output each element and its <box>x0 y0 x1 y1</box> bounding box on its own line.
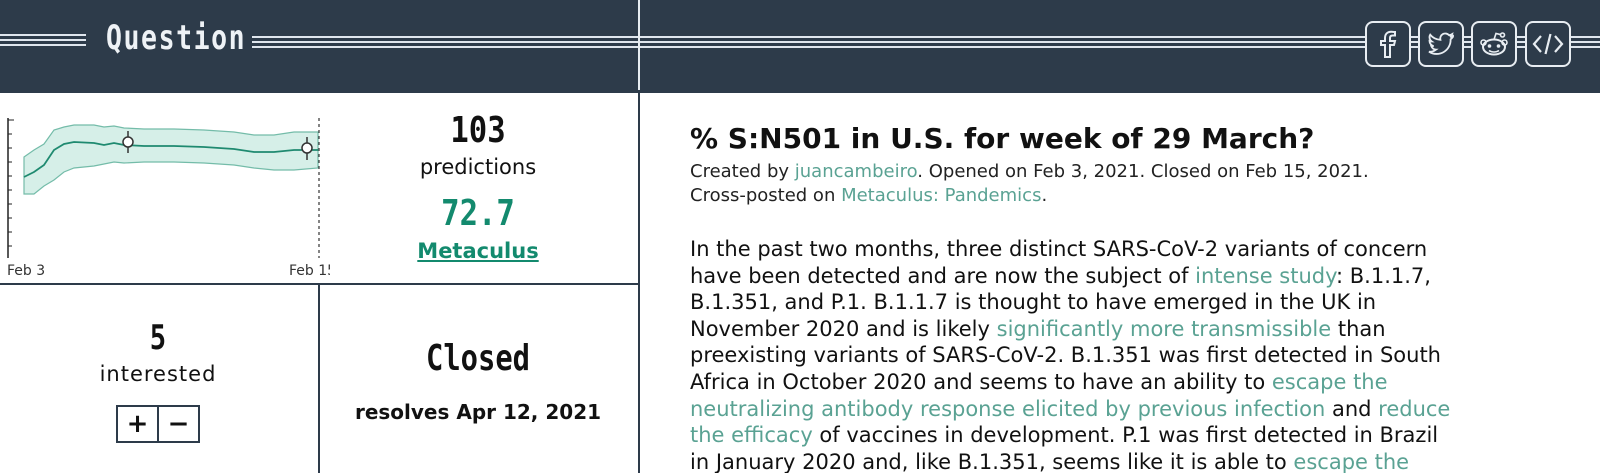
description-link[interactable]: significantly more transmissible <box>997 317 1332 341</box>
question-description: In the past two months, three distinct S… <box>690 236 1570 473</box>
community-prediction-value: 72.7 <box>441 193 515 234</box>
created-prefix: Created by <box>690 161 795 182</box>
author-link[interactable]: juancambeiro <box>795 161 918 182</box>
question-meta-created: Created by juancambeiro. Opened on Feb 3… <box>690 161 1369 182</box>
twitter-icon <box>1428 32 1454 55</box>
description-link[interactable]: the efficacy <box>690 423 813 447</box>
header-bottom-rule <box>0 90 1600 93</box>
description-text: : B.1.1.7, <box>1336 263 1431 288</box>
interest-vote-box: + − <box>116 405 200 443</box>
predictions-count: 103 <box>450 110 506 151</box>
prediction-history-svg: Feb 3 Feb 15 <box>7 118 336 279</box>
description-text: of vaccines in development. P.1 was firs… <box>812 423 1439 448</box>
description-text: preexisting variants of SARS-CoV-2. B.1.… <box>690 343 1441 368</box>
site-header: Question <box>0 0 1600 90</box>
header-lines-left <box>0 34 86 47</box>
question-status: Closed <box>425 338 531 379</box>
description-text: Africa in October 2020 and seems to have… <box>690 369 1272 394</box>
panel-divider <box>0 283 640 285</box>
crosspost-link[interactable]: Metaculus: Pandemics <box>841 185 1041 206</box>
latest-prediction-marker <box>301 142 313 154</box>
question-meta-crosspost: Cross-posted on Metaculus: Pandemics. <box>690 185 1047 206</box>
embed-button[interactable] <box>1525 21 1571 67</box>
crosspost-prefix: Cross-posted on <box>690 185 842 206</box>
resolve-date: resolves Apr 12, 2021 <box>354 400 602 424</box>
embed-icon <box>1532 33 1564 55</box>
description-link[interactable]: neutralizing antibody response elicited … <box>690 397 1325 421</box>
description-line: B.1.351, and P.1. B.1.1.7 is thought to … <box>690 289 1570 316</box>
description-text: have been detected and are now the subje… <box>690 263 1196 288</box>
y-axis-ticks <box>8 119 14 247</box>
x-end-label: Feb 15 <box>289 263 330 279</box>
description-line: in January 2020 and, like B.1.351, seems… <box>690 449 1570 473</box>
description-line: preexisting variants of SARS-CoV-2. B.1.… <box>690 342 1570 369</box>
interest-plus-button[interactable]: + <box>118 407 159 441</box>
prediction-history-chart[interactable]: Feb 3 Feb 15 <box>0 110 336 280</box>
facebook-share-button[interactable] <box>1365 21 1411 67</box>
cell-divider <box>318 283 320 473</box>
reddit-icon <box>1480 32 1508 56</box>
description-text: in January 2020 and, like B.1.351, seems… <box>690 449 1294 473</box>
description-text: November 2020 and is likely <box>690 316 997 341</box>
header-lines-mid <box>252 36 638 49</box>
description-link[interactable]: reduce <box>1378 397 1450 421</box>
interested-label: interested <box>99 362 217 386</box>
interest-minus-button[interactable]: − <box>159 407 198 441</box>
description-line: November 2020 and is likely significantl… <box>690 316 1570 343</box>
description-line: In the past two months, three distinct S… <box>690 236 1570 263</box>
description-link[interactable]: escape the <box>1272 370 1388 394</box>
description-text: B.1.351, and P.1. B.1.1.7 is thought to … <box>690 290 1377 315</box>
description-text: and <box>1325 396 1379 421</box>
reddit-share-button[interactable] <box>1471 21 1517 67</box>
twitter-share-button[interactable] <box>1418 21 1464 67</box>
predictions-label: predictions <box>419 155 537 179</box>
question-title: % S:N501 in U.S. for week of 29 March? <box>690 122 1315 155</box>
description-link[interactable]: escape the <box>1293 450 1409 473</box>
description-text: than <box>1331 316 1386 341</box>
page-title: Question <box>106 18 247 58</box>
description-line: have been detected and are now the subje… <box>690 263 1570 290</box>
description-line: neutralizing antibody response elicited … <box>690 396 1570 423</box>
description-link[interactable]: intense study <box>1195 264 1336 288</box>
interested-count: 5 <box>149 318 167 358</box>
crosspost-suffix: . <box>1041 185 1048 206</box>
confidence-band <box>23 124 319 195</box>
description-text: In the past two months, three distinct S… <box>690 237 1428 261</box>
metaculus-link[interactable]: Metaculus <box>338 239 618 263</box>
description-line: the efficacy of vaccines in development.… <box>690 422 1570 449</box>
created-suffix: . Opened on Feb 3, 2021. Closed on Feb 1… <box>917 161 1369 182</box>
description-line: Africa in October 2020 and seems to have… <box>690 369 1570 396</box>
x-start-label: Feb 3 <box>7 263 45 279</box>
user-prediction-marker <box>122 136 134 148</box>
facebook-icon <box>1380 30 1397 58</box>
